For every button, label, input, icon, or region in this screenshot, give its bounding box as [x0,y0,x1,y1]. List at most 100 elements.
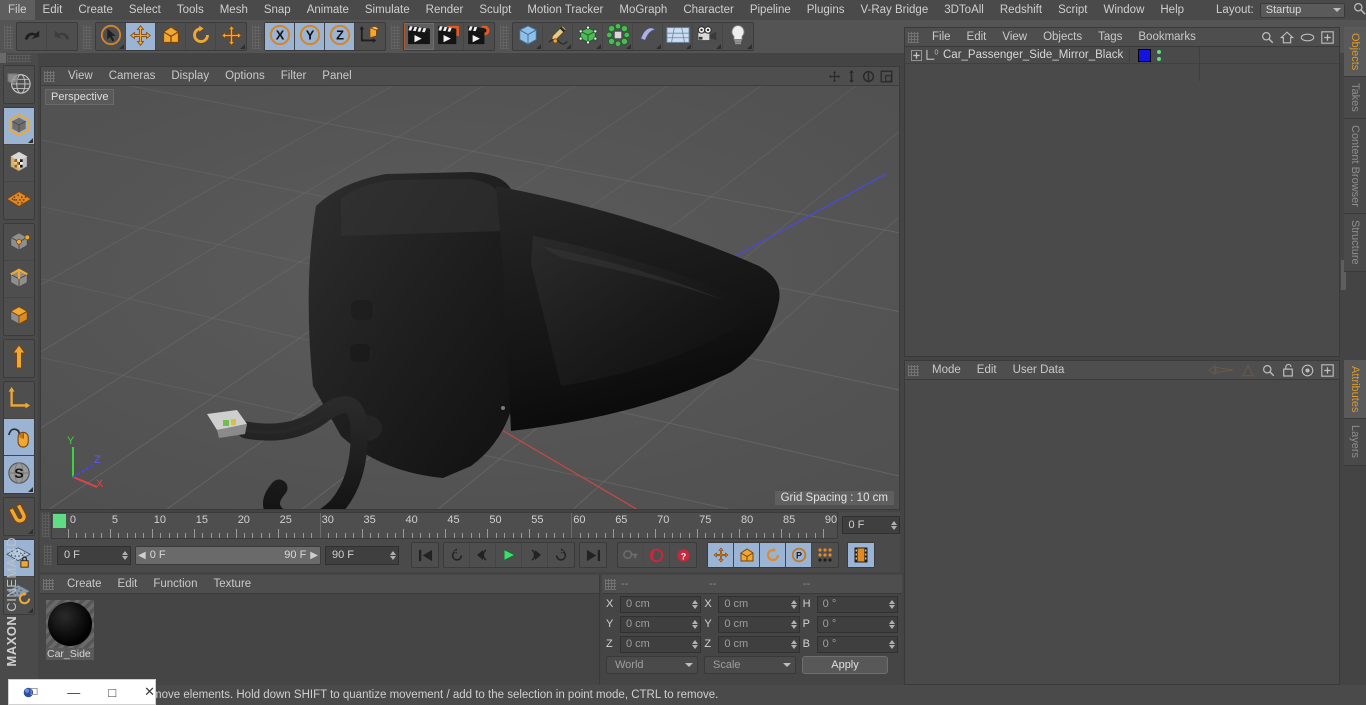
model-mode-button[interactable] [4,108,34,145]
go-back-keyframe-button[interactable] [444,543,470,567]
target-icon[interactable] [1301,364,1314,377]
attribute-menu-mode[interactable]: Mode [924,361,969,380]
menu-item-help[interactable]: Help [1152,0,1192,20]
rotate-view-icon[interactable] [862,70,875,83]
toolbar-grip-render-group[interactable] [391,24,400,49]
texture-mode-button[interactable] [4,145,34,182]
coord-size-spinner[interactable] [790,619,797,629]
coord-rotation-spinner[interactable] [888,599,895,609]
coord-rotation-input[interactable]: 0 ° [816,595,898,613]
step-forward-button[interactable] [522,543,548,567]
plus-icon[interactable] [1321,363,1334,377]
lock-icon[interactable] [1282,363,1294,377]
menu-item-3dtoall[interactable]: 3DToAll [936,0,992,20]
animation-start-spinner[interactable] [122,550,128,560]
world-object-coord-toggle[interactable] [355,23,385,50]
viewport-menu-options[interactable]: Options [217,67,273,86]
menu-item-animate[interactable]: Animate [299,0,357,20]
points-mode-button[interactable] [4,224,34,261]
z-axis-lock[interactable]: Z [325,23,355,50]
tab-content-browser[interactable]: Content Browser [1344,119,1366,214]
coord-position-input[interactable]: 0 cm [620,615,702,633]
pla-key-toggle[interactable]: P [786,543,812,567]
menu-item-v-ray-bridge[interactable]: V-Ray Bridge [852,0,936,20]
coord-rotation-spinner[interactable] [888,619,895,629]
animation-end-field[interactable]: 90 F [325,545,399,565]
coord-position-input[interactable]: 0 cm [620,635,702,653]
object-tree[interactable]: 0 Car_Passenger_Side_Mirror_Black [905,46,1339,81]
timeline-current-frame-field[interactable]: 0 F [842,516,900,534]
add-deformer-button[interactable] [633,23,663,50]
coord-size-input[interactable]: 0 cm [718,615,800,633]
search-icon[interactable] [1262,364,1275,377]
material-manager-grip[interactable] [43,578,54,590]
search-icon[interactable] [1353,2,1366,18]
menu-item-redshift[interactable]: Redshift [992,0,1050,20]
material-tag-swatch[interactable] [1138,48,1151,62]
step-back-button[interactable] [470,543,496,567]
search-icon[interactable] [1261,31,1274,44]
timeline-grip[interactable] [42,513,50,537]
free-move-tool[interactable] [216,23,246,50]
left-toolbar-scroll-indicator[interactable] [0,53,6,63]
apply-button[interactable]: Apply [802,655,888,674]
object-menu-bookmarks[interactable]: Bookmarks [1130,28,1204,47]
coord-position-spinner[interactable] [692,599,699,609]
render-view-button[interactable] [404,23,434,50]
object-menu-file[interactable]: File [924,28,959,47]
viewport-3d-canvas[interactable]: Perspective Grid Spacing : 10 cm Y X Z [41,86,899,509]
add-cube-button[interactable] [513,23,543,50]
viewport-menu-panel[interactable]: Panel [314,67,359,86]
rotation-key-toggle[interactable] [760,543,786,567]
coord-rotation-input[interactable]: 0 ° [816,615,898,633]
keyframe-selection-button[interactable]: ? [670,543,696,567]
coordinate-system-select[interactable]: World [606,655,698,674]
range-right-arrow-icon[interactable]: ▶ [310,550,318,561]
menu-item-create[interactable]: Create [70,0,121,20]
go-to-start-button[interactable] [412,543,438,567]
param-key-toggle[interactable] [812,543,838,567]
coord-position-spinner[interactable] [692,639,699,649]
car-mirror-model[interactable] [41,86,899,509]
attribute-menu-edit[interactable]: Edit [969,361,1005,380]
coord-size-spinner[interactable] [790,599,797,609]
menu-item-plugins[interactable]: Plugins [799,0,853,20]
timeline-current-frame-spinner[interactable] [890,520,897,530]
menu-item-edit[interactable]: Edit [35,0,71,20]
material-menu-create[interactable]: Create [59,575,110,594]
menu-item-simulate[interactable]: Simulate [357,0,418,20]
material-menu-function[interactable]: Function [145,575,205,594]
menu-item-motion-tracker[interactable]: Motion Tracker [519,0,611,20]
toolbar-grip-selection-tools[interactable] [83,24,92,49]
menu-item-render[interactable]: Render [418,0,472,20]
preview-range-slider[interactable]: ◀ 0 F 90 F ▶ [135,545,321,565]
expand-plus-icon[interactable] [911,49,922,61]
menu-item-file[interactable]: File [0,0,35,20]
tab-layers[interactable]: Layers [1344,419,1366,466]
tab-structure[interactable]: Structure [1344,213,1366,272]
viewport-solo-button[interactable] [4,419,34,456]
redo-button[interactable] [47,23,77,50]
app-icon[interactable] [23,684,39,701]
menu-item-mograph[interactable]: MoGraph [611,0,675,20]
go-to-end-button[interactable] [580,543,606,567]
add-light-button[interactable] [723,23,753,50]
material-menu-texture[interactable]: Texture [205,575,259,594]
add-mograph-button[interactable] [603,23,633,50]
y-axis-lock[interactable]: Y [295,23,325,50]
object-row[interactable]: 0 Car_Passenger_Side_Mirror_Black [905,46,1339,64]
play-button[interactable] [496,543,522,567]
timeline-controls-grip[interactable] [44,545,52,565]
attribute-menu-user-data[interactable]: User Data [1005,361,1073,380]
coord-size-input[interactable]: 0 cm [718,595,800,613]
add-camera-button[interactable] [693,23,723,50]
record-active-objects-button[interactable] [644,543,670,567]
attribute-manager-grip[interactable] [908,364,919,376]
back-nav-icon[interactable] [1208,364,1234,376]
scale-key-toggle[interactable] [734,543,760,567]
add-environment-button[interactable] [663,23,693,50]
material-menu-edit[interactable]: Edit [110,575,146,594]
coord-rotation-input[interactable]: 0 ° [816,635,898,653]
rotate-tool[interactable] [186,23,216,50]
position-key-toggle[interactable] [708,543,734,567]
